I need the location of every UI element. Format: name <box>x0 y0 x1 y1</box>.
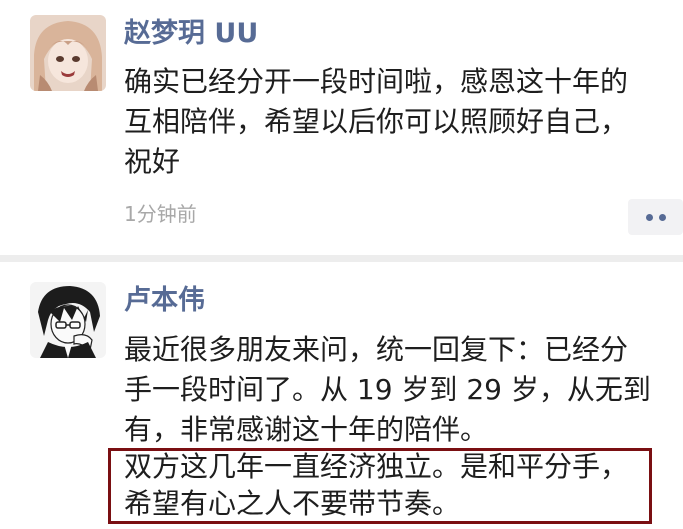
highlight-annotation-box <box>108 448 652 524</box>
post-text-line: 确实已经分开一段时间啦，感恩这十年的 <box>124 65 629 98</box>
more-options-button[interactable] <box>628 199 683 235</box>
more-dots-icon <box>658 213 666 221</box>
author-name[interactable]: 赵梦玥 UU <box>124 17 258 51</box>
post-text-line: 祝好 <box>124 145 181 178</box>
author-name[interactable]: 卢本伟 <box>124 284 205 318</box>
timestamp: 1分钟前 <box>124 202 197 226</box>
post-divider <box>0 255 683 262</box>
avatar[interactable] <box>30 282 106 358</box>
anime-boy-avatar-icon <box>30 282 106 358</box>
more-dots-icon <box>645 213 653 221</box>
post-text-line: 手一段时间了。从 19 岁到 29 岁，从无到 <box>124 373 651 406</box>
anime-girl-avatar-icon <box>30 15 106 91</box>
avatar[interactable] <box>30 15 106 91</box>
post-text-line: 有，非常感谢这十年的陪伴。 <box>124 413 489 446</box>
post-text-line: 最近很多朋友来问，统一回复下：已经分 <box>124 333 629 366</box>
moment-post-1: 赵梦玥 UU 确实已经分开一段时间啦，感恩这十年的 互相陪伴，希望以后你可以照顾… <box>0 0 683 254</box>
post-text-line: 互相陪伴，希望以后你可以照顾好自己， <box>124 105 629 138</box>
